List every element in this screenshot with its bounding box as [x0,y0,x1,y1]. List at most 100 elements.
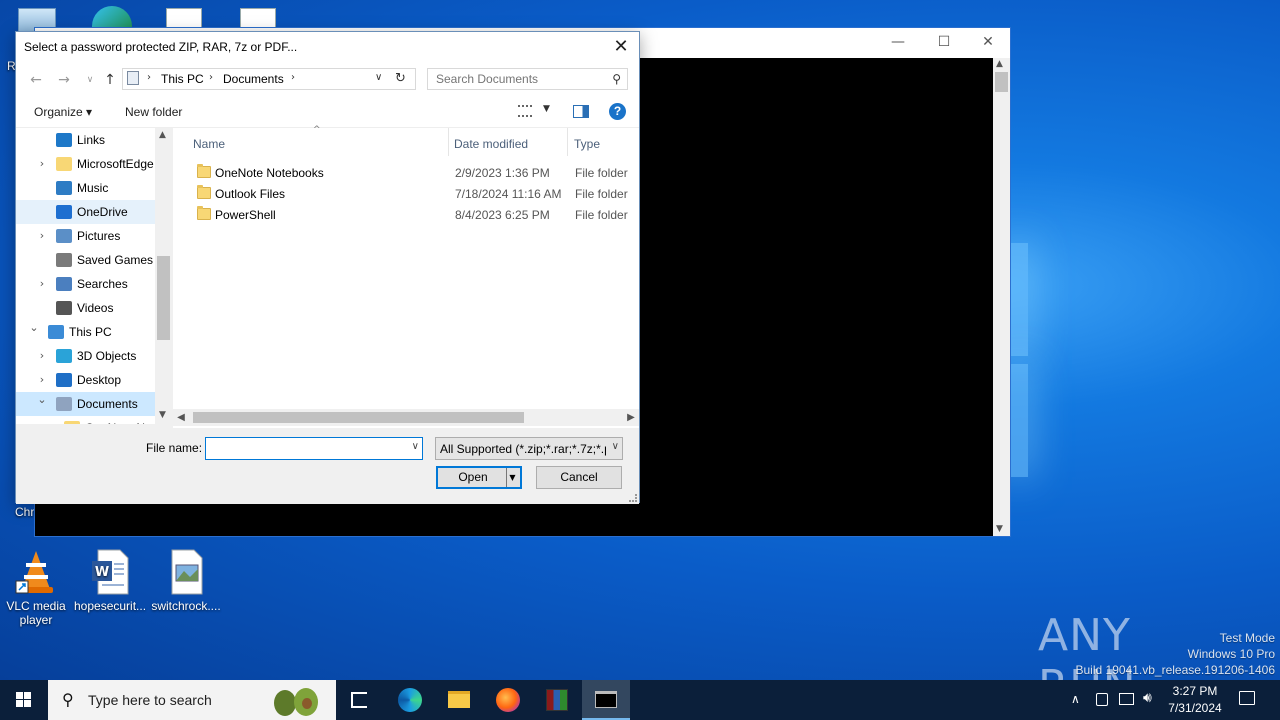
refresh-icon[interactable]: ↻ [395,71,406,86]
nav-tree-item-label: Videos [77,301,114,315]
desktop-icon-vlc[interactable]: VLC media player [0,549,72,627]
taskbar-search-box[interactable]: ⚲ Type here to search [48,680,336,720]
column-header-date[interactable]: Date modified [449,128,567,156]
scroll-right-arrow-icon[interactable]: ▶ [623,409,639,426]
nav-tree-item[interactable]: Videos [16,296,155,320]
dialog-close-button[interactable]: ✕ [607,34,635,60]
nav-tree-item-label: Searches [77,277,128,291]
new-folder-button[interactable]: New folder [125,105,182,119]
file-row[interactable]: PowerShell 8/4/2023 6:25 PM File folder [173,204,639,225]
file-row[interactable]: OneNote Notebooks 2/9/2023 1:36 PM File fo… [173,162,639,183]
scroll-up-arrow-icon[interactable]: ▲ [159,130,166,140]
folder-icon [448,691,470,708]
scroll-down-arrow-icon[interactable]: ▼ [996,524,1003,534]
breadcrumb-separator-icon[interactable]: › [209,72,213,83]
nav-tree-item[interactable]: ⌄ This PC [16,320,155,344]
chevron-right-icon[interactable]: › [36,229,48,242]
column-header-name[interactable]: Name [173,128,448,156]
edge-icon [398,688,422,712]
taskbar-command-prompt[interactable] [582,680,630,720]
nav-tree-item[interactable]: › 3D Objects [16,344,155,368]
scrollbar-thumb[interactable] [995,72,1008,92]
scrollbar-thumb[interactable] [157,256,170,340]
file-list[interactable]: ^ Name Date modified Type OneNote Notebo… [173,125,639,428]
file-name-input[interactable] [206,438,401,459]
desktop-icon-word-doc[interactable]: W hopesecurit... [74,549,146,613]
file-row[interactable]: Outlook Files 7/18/2024 11:16 AM File fold… [173,183,639,204]
nav-tree-item[interactable]: › OneNote Not [16,416,155,424]
navigation-pane-scrollbar[interactable]: ▲ ▼ [155,128,172,424]
taskbar-winrar[interactable] [533,680,581,720]
view-dropdown-chevron-icon[interactable]: ▼ [543,104,550,114]
navigation-pane[interactable]: Links › MicrosoftEdge Music OneDrive › Picture… [16,128,172,424]
file-list-horizontal-scrollbar[interactable]: ◀ ▶ [173,409,639,426]
search-icon[interactable]: ⚲ [612,72,621,86]
chevron-right-icon[interactable]: › [36,349,48,362]
taskbar-file-explorer[interactable] [435,680,483,720]
task-view-button[interactable] [336,680,384,720]
scrollbar-thumb[interactable] [193,412,524,423]
forward-arrow-icon[interactable]: → [54,70,74,90]
chevron-right-icon[interactable]: › [44,421,56,424]
volume-icon[interactable]: 🔊︎ [1143,690,1152,720]
scroll-down-arrow-icon[interactable]: ▼ [159,410,166,420]
view-options-icon[interactable] [518,105,532,117]
nav-tree-item[interactable]: ⌄ Documents [16,392,155,416]
close-button[interactable]: ✕ [965,28,1011,57]
recent-locations-chevron-icon[interactable]: ∨ [80,70,100,90]
search-box[interactable]: ⚲ [427,68,628,90]
preview-pane-icon[interactable] [573,105,589,118]
console-scrollbar[interactable]: ▲ ▼ [993,58,1010,536]
open-file-dialog[interactable]: Select a password protected ZIP, RAR, 7z… [15,31,640,504]
column-header-type[interactable]: Type [568,128,638,156]
taskbar-edge[interactable] [386,680,434,720]
security-tray-icon[interactable] [1096,693,1108,706]
chevron-down-icon[interactable]: ⌄ [36,393,48,406]
network-icon[interactable] [1119,693,1134,705]
nav-tree-item[interactable]: › MicrosoftEdge [16,152,155,176]
file-name-combobox[interactable]: ∨ [205,437,423,460]
chevron-down-icon[interactable]: ∨ [412,441,419,452]
address-bar[interactable]: › This PC › Documents › ∨ ↻ [122,68,416,90]
open-button[interactable]: Open ▼ [436,466,522,489]
maximize-button[interactable]: ☐ [921,28,967,57]
taskbar-firefox[interactable] [484,680,532,720]
notifications-icon[interactable] [1239,691,1255,705]
nav-tree-item[interactable]: › Desktop [16,368,155,392]
chevron-right-icon[interactable]: › [36,373,48,386]
up-arrow-icon[interactable]: ↑ [100,70,120,90]
nav-tree-item[interactable]: Links [16,128,155,152]
search-input[interactable] [428,69,603,89]
nav-tree-item[interactable]: › Pictures [16,224,155,248]
back-arrow-icon[interactable]: ← [26,70,46,90]
dialog-titlebar[interactable]: Select a password protected ZIP, RAR, 7z… [16,32,639,62]
chevron-down-icon[interactable]: ∨ [612,441,619,452]
breadcrumb-this-pc[interactable]: This PC [161,72,204,86]
minimize-button[interactable]: — [875,28,921,57]
desktop-icon-image-file[interactable]: switchrock.... [150,549,222,613]
winrar-icon [546,689,568,711]
start-button[interactable] [0,680,48,720]
open-split-dropdown-icon[interactable]: ▼ [506,468,518,487]
avocado-search-highlight-icon [274,684,318,716]
nav-tree-item[interactable]: › Searches [16,272,155,296]
breadcrumb-separator-icon[interactable]: › [291,72,295,83]
organize-button[interactable]: Organize ▾ [34,105,92,119]
chevron-down-icon[interactable]: ⌄ [28,321,40,334]
scroll-left-arrow-icon[interactable]: ◀ [173,409,189,426]
nav-tree-item[interactable]: Saved Games [16,248,155,272]
nav-tree-item[interactable]: OneDrive [16,200,155,224]
chevron-right-icon[interactable]: › [36,277,48,290]
file-type-filter-select[interactable]: All Supported (*.zip;*.rar;*.7z;*.pdf) ∨ [435,437,623,460]
breadcrumb-documents[interactable]: Documents [223,72,284,86]
resize-grip-icon[interactable] [629,494,637,502]
show-hidden-icons-chevron-icon[interactable]: ∧ [1071,692,1080,720]
taskbar-search-placeholder: Type here to search [88,692,212,708]
help-icon[interactable]: ? [609,103,626,120]
taskbar-clock[interactable]: 3:27 PM 7/31/2024 [1154,683,1236,717]
scroll-up-arrow-icon[interactable]: ▲ [996,59,1003,69]
address-dropdown-chevron-icon[interactable]: ∨ [375,72,382,83]
nav-tree-item[interactable]: Music [16,176,155,200]
cancel-button[interactable]: Cancel [536,466,622,489]
chevron-right-icon[interactable]: › [36,157,48,170]
